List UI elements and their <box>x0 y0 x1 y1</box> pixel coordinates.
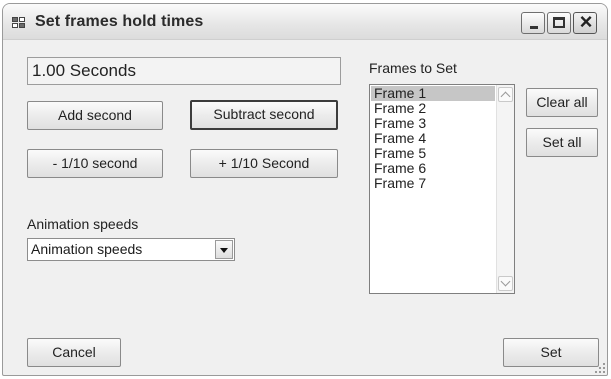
animation-speeds-select[interactable]: Animation speeds <box>27 238 235 261</box>
frame-list-item[interactable]: Frame 1 <box>371 86 495 101</box>
frame-list-item[interactable]: Frame 7 <box>371 176 495 191</box>
minimize-icon <box>530 26 538 29</box>
frame-list-item[interactable]: Frame 4 <box>371 131 495 146</box>
resize-grip-icon[interactable] <box>593 361 605 373</box>
minus-tenth-second-button[interactable]: - 1/10 second <box>27 149 163 178</box>
frames-to-set-label: Frames to Set <box>369 60 457 76</box>
add-second-button[interactable]: Add second <box>27 101 163 130</box>
frame-list-item[interactable]: Frame 2 <box>371 101 495 116</box>
scroll-down-button[interactable] <box>498 276 513 291</box>
maximize-icon <box>553 17 565 28</box>
close-icon: × <box>579 9 593 34</box>
set-button[interactable]: Set <box>503 338 599 367</box>
dropdown-arrow-button[interactable] <box>215 240 233 259</box>
frames-list: Frame 1 Frame 2 Frame 3 Frame 4 Frame 5 Frame… <box>371 86 495 191</box>
plus-tenth-second-button[interactable]: + 1/10 Second <box>190 149 338 178</box>
dialog-window: Set frames hold times × 1.00 Seconds Add… <box>2 3 608 376</box>
close-button[interactable]: × <box>573 9 597 34</box>
chevron-down-icon <box>220 248 228 253</box>
set-all-button[interactable]: Set all <box>526 128 598 157</box>
minimize-button[interactable] <box>521 12 545 34</box>
maximize-button[interactable] <box>547 12 571 34</box>
frames-listbox[interactable]: Frame 1 Frame 2 Frame 3 Frame 4 Frame 5 Frame… <box>369 84 515 294</box>
title-bar[interactable]: Set frames hold times × <box>3 4 607 40</box>
chevron-down-icon <box>500 276 511 287</box>
clear-all-button[interactable]: Clear all <box>526 88 598 117</box>
frames-scrollbar[interactable] <box>496 85 514 293</box>
cancel-button[interactable]: Cancel <box>27 338 121 367</box>
animation-speeds-selected-value: Animation speeds <box>31 241 143 257</box>
frame-list-item[interactable]: Frame 6 <box>371 161 495 176</box>
chevron-up-icon <box>500 91 511 102</box>
animation-speeds-label: Animation speeds <box>27 216 139 232</box>
scroll-up-button[interactable] <box>498 87 513 102</box>
frame-list-item[interactable]: Frame 5 <box>371 146 495 161</box>
frame-list-item[interactable]: Frame 3 <box>371 116 495 131</box>
window-title: Set frames hold times <box>35 13 204 30</box>
subtract-second-button[interactable]: Subtract second <box>190 100 338 130</box>
hold-time-display: 1.00 Seconds <box>27 57 341 85</box>
window-app-icon <box>12 17 26 29</box>
